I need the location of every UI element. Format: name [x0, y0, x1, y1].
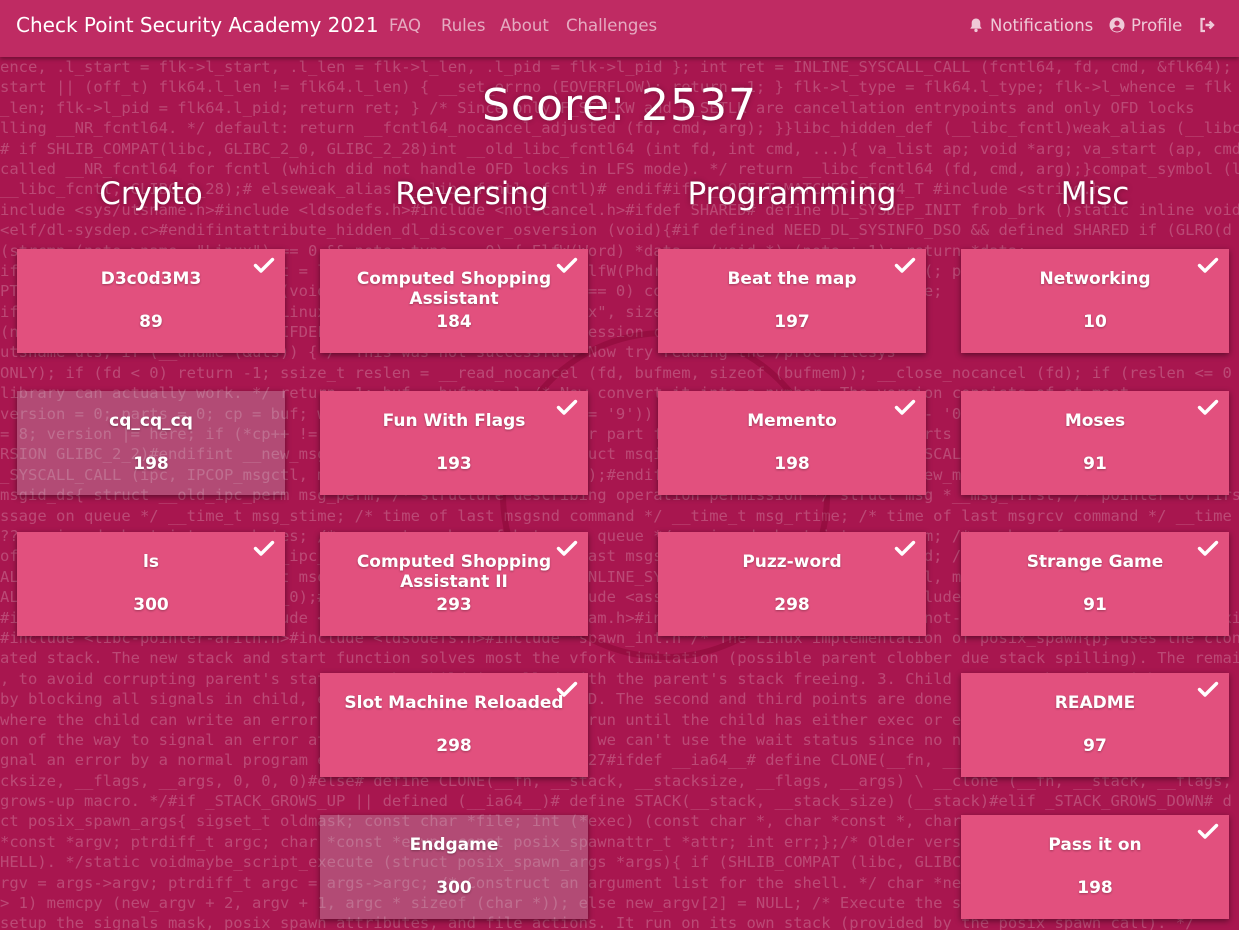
challenge-points: 198	[1077, 878, 1113, 898]
brand-title[interactable]: Check Point Security Academy 2021	[16, 13, 379, 37]
challenge-points: 89	[139, 312, 163, 332]
check-icon	[556, 540, 578, 556]
challenge-name: ls	[143, 552, 159, 572]
nav-link-faq[interactable]: FAQ	[389, 16, 421, 35]
challenge-card-strange-game[interactable]: Strange Game 91	[961, 532, 1229, 636]
challenge-name: Pass it on	[1048, 835, 1142, 855]
nav-link-rules[interactable]: Rules	[441, 16, 486, 35]
challenge-card-computed-shopping-assistant[interactable]: Computed Shopping Assistant 184	[320, 249, 588, 353]
check-icon	[1197, 399, 1219, 415]
challenge-card-memento[interactable]: Memento 198	[658, 391, 926, 495]
challenge-name: Moses	[1064, 411, 1126, 431]
challenge-points: 198	[774, 454, 810, 474]
check-icon	[253, 257, 275, 273]
challenge-points: 300	[133, 595, 169, 615]
bell-icon	[970, 18, 982, 33]
challenge-points: 91	[1083, 595, 1107, 615]
challenge-points: 293	[436, 595, 472, 615]
challenge-name: Memento	[747, 411, 837, 431]
check-icon	[1197, 257, 1219, 273]
challenge-points: 10	[1083, 312, 1107, 332]
challenge-points: 298	[436, 736, 472, 756]
challenge-points: 197	[774, 312, 810, 332]
notifications-link[interactable]: Notifications	[968, 16, 1093, 35]
challenge-points: 91	[1083, 454, 1107, 474]
challenge-name: Computed Shopping Assistant II	[356, 552, 552, 592]
check-icon	[1197, 540, 1219, 556]
logout-button[interactable]	[1199, 16, 1222, 35]
challenge-name: README	[1054, 693, 1136, 713]
nav-link-about[interactable]: About	[500, 16, 549, 35]
check-icon	[556, 681, 578, 697]
challenge-name: Fun With Flags	[382, 411, 526, 431]
background-code-line: grows-up macro. */#if _STACK_GROWS_UP ||…	[0, 792, 1232, 811]
challenge-card-pass-it-on[interactable]: Pass it on 198	[961, 815, 1229, 919]
background-code-line: ence, .l_start = flk->l_start, .l_len = …	[0, 58, 1232, 76]
challenge-card-networking[interactable]: Networking 10	[961, 249, 1229, 353]
check-icon	[894, 540, 916, 556]
challenge-name: cq_cq_cq	[109, 411, 193, 431]
notifications-label: Notifications	[990, 16, 1094, 35]
profile-label: Profile	[1131, 16, 1183, 35]
challenge-name: Puzz-word	[742, 552, 842, 572]
challenge-card-cq-cq-cq[interactable]: cq_cq_cq 198	[17, 391, 285, 495]
nav-link-challenges[interactable]: Challenges	[566, 16, 657, 35]
challenge-card-endgame[interactable]: Endgame 300	[320, 815, 588, 919]
check-icon	[894, 257, 916, 273]
score-title: Score: 2537	[481, 80, 758, 131]
profile-link[interactable]: Profile	[1109, 16, 1182, 35]
sign-out-icon	[1200, 17, 1215, 33]
background-code-line: # if SHLIB_COMPAT(libc, GLIBC_2_0, GLIBC…	[0, 139, 1239, 158]
challenge-name: Beat the map	[727, 269, 857, 289]
challenge-points: 184	[436, 312, 472, 332]
check-icon	[894, 399, 916, 415]
challenge-name: Strange Game	[1026, 552, 1164, 572]
check-icon	[1197, 823, 1219, 839]
category-title-crypto: Crypto	[99, 176, 203, 212]
challenge-points: 298	[774, 595, 810, 615]
challenge-name: Computed Shopping Assistant	[356, 269, 552, 309]
background-code-line: <elf/dl-sysdep.c>#endifintattribute_hidd…	[0, 221, 1232, 240]
challenge-card-ls[interactable]: ls 300	[17, 532, 285, 636]
challenge-points: 300	[436, 878, 472, 898]
navbar: Check Point Security Academy 2021 FAQ Ru…	[0, 0, 1239, 57]
challenge-name: D3c0d3M3	[100, 269, 202, 289]
category-title-programming: Programming	[687, 176, 897, 212]
check-icon	[556, 399, 578, 415]
challenge-card-slot-machine-reloaded[interactable]: Slot Machine Reloaded 298	[320, 673, 588, 777]
challenge-points: 193	[436, 454, 472, 474]
challenge-points: 97	[1083, 736, 1107, 756]
challenge-name: Slot Machine Reloaded	[344, 693, 564, 713]
challenge-card-computed-shopping-assistant-ii[interactable]: Computed Shopping Assistant II 293	[320, 532, 588, 636]
challenge-name: Networking	[1039, 269, 1151, 289]
challenge-card-beat-the-map[interactable]: Beat the map 197	[658, 249, 926, 353]
challenge-card-readme[interactable]: README 97	[961, 673, 1229, 777]
challenge-points: 198	[133, 454, 169, 474]
check-icon	[253, 540, 275, 556]
check-icon	[1197, 681, 1219, 697]
category-title-misc: Misc	[1060, 176, 1130, 212]
check-icon	[556, 257, 578, 273]
category-title-reversing: Reversing	[395, 176, 549, 212]
user-circle-icon	[1109, 17, 1125, 33]
challenge-card-fun-with-flags[interactable]: Fun With Flags 193	[320, 391, 588, 495]
challenge-card-puzz-word[interactable]: Puzz-word 298	[658, 532, 926, 636]
challenge-name: Endgame	[409, 835, 499, 855]
challenge-card-moses[interactable]: Moses 91	[961, 391, 1229, 495]
challenge-card-d3c0d3m3[interactable]: D3c0d3M3 89	[17, 249, 285, 353]
